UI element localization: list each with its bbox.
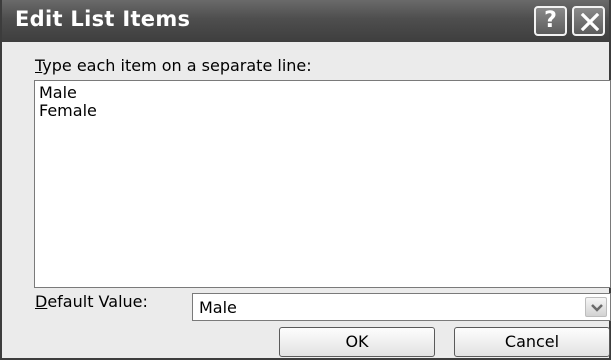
close-icon — [580, 13, 600, 31]
default-mnemonic: D — [35, 292, 48, 311]
default-value-selected: Male — [199, 298, 237, 317]
dropdown-arrow-button[interactable] — [585, 297, 607, 317]
default-value-label: Default Value: — [35, 292, 148, 311]
chevron-down-icon — [591, 304, 603, 312]
list-item: Male — [39, 83, 77, 102]
close-button[interactable] — [572, 6, 605, 36]
prompt-text: ype each item on a separate line: — [42, 56, 312, 75]
list-item: Female — [39, 101, 97, 120]
dialog-title: Edit List Items — [15, 7, 191, 31]
edit-list-items-dialog: Edit List Items ? Type each item on a se… — [0, 0, 611, 360]
ok-button[interactable]: OK — [279, 327, 435, 357]
help-button[interactable]: ? — [534, 6, 567, 36]
list-items-textarea[interactable]: Male Female — [34, 80, 611, 288]
default-value-select[interactable]: Male — [192, 293, 611, 321]
help-icon: ? — [544, 8, 557, 33]
title-bar[interactable]: Edit List Items ? — [2, 0, 609, 42]
cancel-button[interactable]: Cancel — [454, 327, 610, 357]
default-label-text: efault Value: — [47, 292, 148, 311]
items-prompt-label: Type each item on a separate line: — [35, 56, 312, 75]
